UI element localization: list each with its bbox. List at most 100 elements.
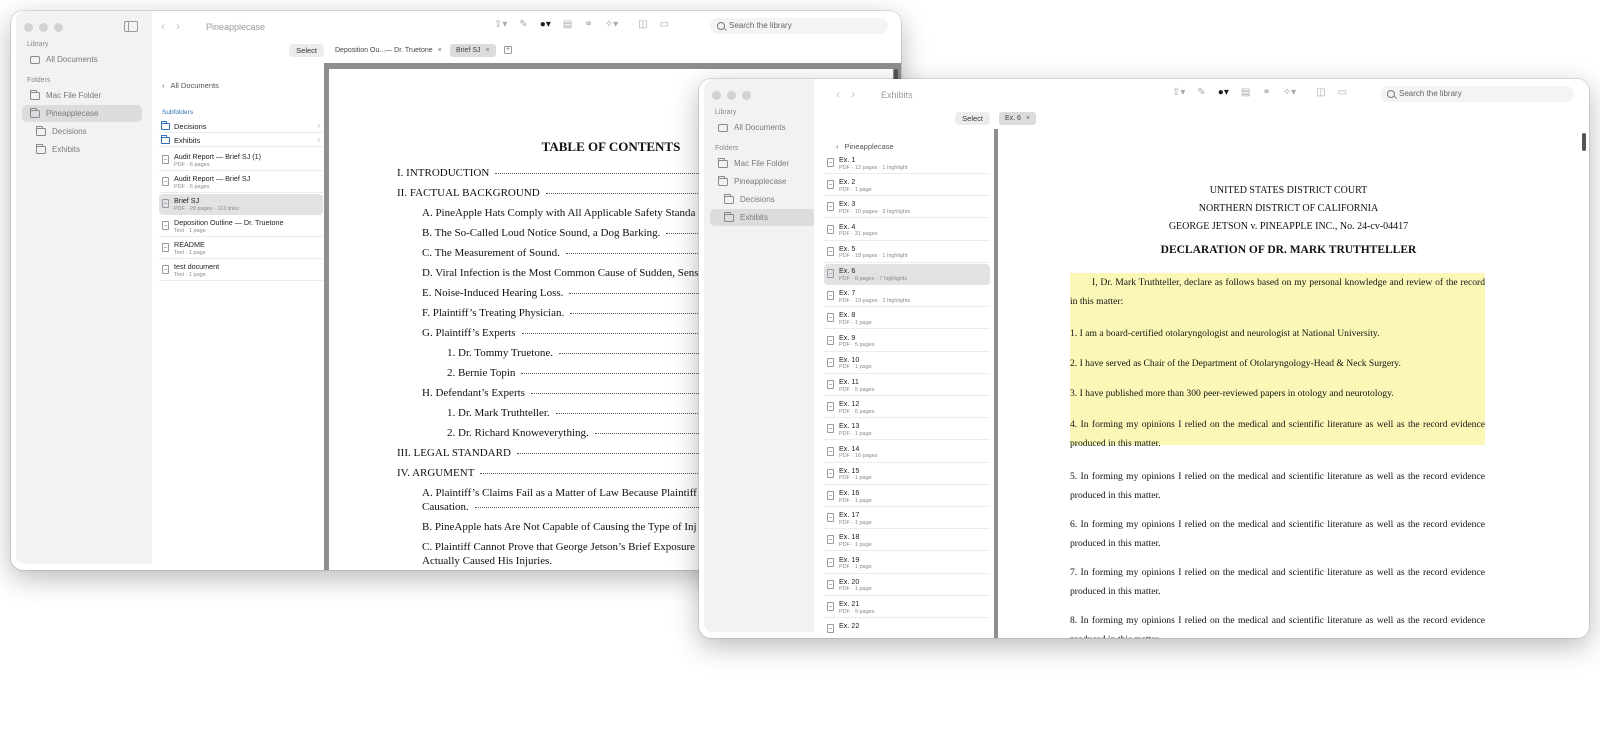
link-icon[interactable]: ⚭: [1262, 87, 1270, 98]
tab-ex-6[interactable]: Ex. 6 ×: [999, 112, 1037, 125]
comment-icon[interactable]: ▭: [660, 19, 669, 30]
search-input[interactable]: Search the library: [1380, 86, 1574, 102]
new-tab-icon[interactable]: +: [504, 46, 512, 54]
search-input[interactable]: Search the library: [710, 18, 888, 34]
close-tab-icon[interactable]: ×: [438, 47, 442, 54]
document-icon: [827, 446, 834, 456]
exhibit-row[interactable]: Ex. 2 PDF · 1 page: [824, 175, 990, 197]
document-row[interactable]: Deposition Outline — Dr. Truetone Text · …: [159, 216, 323, 237]
close-window-button[interactable]: [24, 23, 33, 32]
back-to-pineapplecase[interactable]: ‹ Pineapplecase: [836, 142, 894, 151]
sidebar-item-decisions[interactable]: Decisions: [716, 191, 822, 208]
document-row[interactable]: Audit Report — Brief SJ PDF · 6 pages: [159, 172, 323, 193]
sidebar-toggle-icon[interactable]: [124, 21, 138, 32]
tab-brief-sj[interactable]: Brief SJ ×: [450, 44, 496, 57]
exhibit-row[interactable]: Ex. 4 PDF · 31 pages: [824, 220, 990, 241]
exhibit-row[interactable]: Ex. 11 PDF · 5 pages: [824, 375, 990, 396]
inspector-toggle-icon[interactable]: ◫: [638, 19, 647, 30]
close-tab-icon[interactable]: ×: [1026, 115, 1030, 122]
share-icon[interactable]: ⇪▾: [1172, 87, 1185, 98]
exhibit-row[interactable]: Ex. 6 PDF · 8 pages · 7 highlights: [824, 264, 990, 285]
folder-icon: [718, 175, 728, 186]
search-placeholder: Search the library: [1399, 89, 1462, 98]
back-to-all-documents[interactable]: ‹ All Documents: [162, 81, 219, 90]
sidebar-item-all-documents[interactable]: All Documents: [710, 119, 822, 136]
color-picker-icon[interactable]: ●▾: [1218, 87, 1229, 98]
exhibit-row[interactable]: Ex. 20 PDF · 1 page: [824, 575, 990, 596]
document-row[interactable]: Audit Report — Brief SJ (1) PDF · 6 pages: [159, 150, 323, 171]
stamp-icon[interactable]: ▤: [1241, 87, 1250, 98]
exhibit-name: Ex. 5: [839, 243, 856, 253]
exhibit-row[interactable]: Ex. 17 PDF · 1 page: [824, 508, 990, 530]
inspector-toggle-icon[interactable]: ◫: [1316, 87, 1325, 98]
exhibit-meta: PDF · 18 pages · 1 highlight: [839, 253, 908, 260]
back-label: Pineapplecase: [844, 142, 894, 151]
stamp-icon[interactable]: ▤: [563, 19, 572, 30]
subfolder-row-decisions[interactable]: Decisions ›: [159, 120, 323, 133]
document-row[interactable]: README Text · 1 page: [159, 238, 323, 259]
exhibit-row[interactable]: Ex. 1 PDF · 12 pages · 1 highlight: [824, 153, 990, 174]
toc-entry-text: G. Plaintiff’s Experts: [422, 327, 516, 339]
magic-wand-icon[interactable]: ✧▾: [1283, 87, 1296, 98]
document-icon: [162, 243, 169, 252]
exhibit-row[interactable]: Ex. 22: [824, 619, 990, 638]
color-picker-icon[interactable]: ●▾: [540, 19, 551, 30]
exhibit-row[interactable]: Ex. 15 PDF · 1 page: [824, 464, 990, 485]
document-list-pane: ‹› Pineapplecase Select ‹ All Documents S…: [152, 11, 324, 570]
zoom-window-button[interactable]: [742, 91, 751, 100]
exhibit-row[interactable]: Ex. 14 PDF · 16 pages: [824, 442, 990, 463]
sidebar-item-exhibits[interactable]: Exhibits: [28, 141, 140, 158]
exhibit-row[interactable]: Ex. 13 PDF · 1 page: [824, 419, 990, 441]
back-forward-icons[interactable]: ‹›: [161, 19, 191, 33]
toc-entry-text: I. INTRODUCTION: [397, 167, 490, 179]
exhibit-row[interactable]: Ex. 12 PDF · 6 pages: [824, 397, 990, 419]
link-icon[interactable]: ⚭: [584, 19, 592, 30]
exhibit-row[interactable]: Ex. 18 PDF · 1 page: [824, 530, 990, 552]
select-button[interactable]: Select: [955, 112, 990, 125]
document-icon: [827, 357, 834, 367]
tab-deposition-outline[interactable]: Deposition Ou...— Dr. Truetone ×: [329, 44, 448, 57]
exhibit-row[interactable]: Ex. 3 PDF · 10 pages · 3 highlights: [824, 197, 990, 219]
magic-wand-icon[interactable]: ✧▾: [605, 19, 618, 30]
exhibit-meta: PDF · 1 page: [839, 475, 872, 482]
exhibit-row[interactable]: Ex. 8 PDF · 1 page: [824, 308, 990, 330]
minimize-window-button[interactable]: [39, 23, 48, 32]
document-row[interactable]: test document Text · 1 page: [159, 260, 323, 281]
sidebar-item-mac-file-folder[interactable]: Mac File Folder: [710, 155, 822, 172]
sidebar-item-all-documents[interactable]: All Documents: [22, 51, 142, 68]
exhibit-row[interactable]: Ex. 10 PDF · 1 page: [824, 353, 990, 374]
sidebar-item-pineapplecase[interactable]: Pineapplecase: [22, 105, 142, 122]
sidebar-item-pineapplecase[interactable]: Pineapplecase: [710, 173, 822, 190]
folder-icon: [30, 107, 40, 118]
exhibit-row[interactable]: Ex. 21 PDF · 9 pages: [824, 597, 990, 618]
document-icon: [827, 513, 834, 523]
comment-icon[interactable]: ▭: [1338, 87, 1347, 98]
exhibit-row[interactable]: Ex. 16 PDF · 1 page: [824, 486, 990, 507]
sidebar-item-exhibits[interactable]: Exhibits: [710, 209, 816, 226]
search-icon: [717, 22, 725, 30]
close-tab-icon[interactable]: ×: [486, 47, 490, 54]
minimize-window-button[interactable]: [727, 91, 736, 100]
exhibit-row[interactable]: Ex. 9 PDF · 5 pages: [824, 331, 990, 352]
subfolder-label: Decisions: [174, 122, 207, 131]
traffic-lights: [712, 91, 751, 100]
scrollbar[interactable]: [1582, 133, 1586, 151]
exhibit-row[interactable]: Ex. 5 PDF · 18 pages · 1 highlight: [824, 242, 990, 263]
subfolder-row-exhibits[interactable]: Exhibits ›: [159, 134, 323, 147]
exhibit-name: Ex. 7: [839, 288, 856, 298]
pen-icon[interactable]: ✎: [1197, 87, 1205, 98]
exhibit-row[interactable]: Ex. 7 PDF · 19 pages · 2 highlights: [824, 286, 990, 308]
sidebar-item-decisions[interactable]: Decisions: [28, 123, 140, 140]
exhibit-meta: PDF · 6 pages: [839, 408, 875, 415]
sidebar-item-mac-file-folder[interactable]: Mac File Folder: [22, 87, 142, 104]
zoom-window-button[interactable]: [54, 23, 63, 32]
pdf-viewport[interactable]: UNITED STATES DISTRICT COURT NORTHERN DI…: [994, 129, 1589, 638]
share-icon[interactable]: ⇪▾: [494, 19, 507, 30]
select-button[interactable]: Select: [289, 44, 324, 57]
pen-icon[interactable]: ✎: [519, 19, 527, 30]
back-forward-icons[interactable]: ‹›: [836, 87, 866, 101]
close-window-button[interactable]: [712, 91, 721, 100]
document-row[interactable]: Brief SJ PDF · 28 pages · 113 links: [159, 194, 323, 215]
exhibit-row[interactable]: Ex. 19 PDF · 1 page: [824, 553, 990, 574]
toolbar: ⇪▾ ✎ ●▾ ▤ ⚭ ✧▾ ◫ ▭: [494, 19, 669, 30]
